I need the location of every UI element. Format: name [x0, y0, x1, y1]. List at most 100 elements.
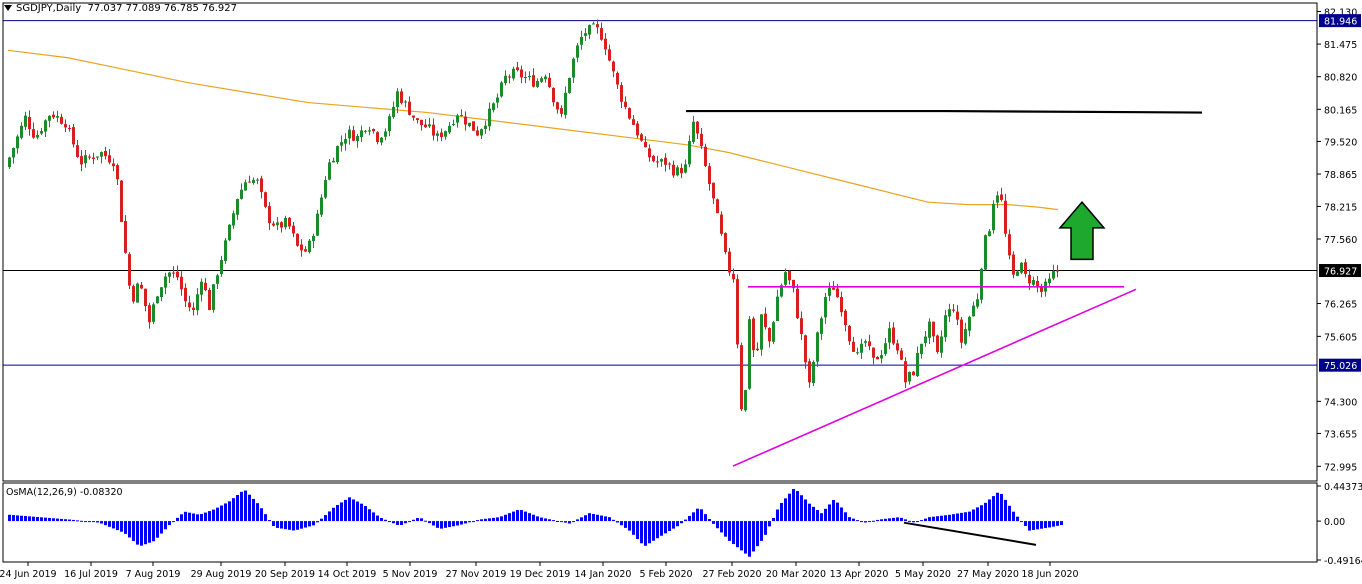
candle-body [1008, 234, 1011, 256]
osma-bar [200, 514, 203, 522]
candle-body [528, 76, 531, 78]
candle-body [876, 356, 879, 360]
candle-body [60, 116, 63, 124]
osma-bar [592, 513, 595, 522]
candle-body [636, 123, 639, 136]
osma-bar [864, 521, 867, 523]
osma-bar [16, 515, 19, 522]
candle-body [336, 146, 339, 163]
osma-bar [24, 516, 27, 522]
candle-body [36, 135, 39, 138]
candle-body [720, 214, 723, 234]
osma-bar [300, 521, 303, 529]
price-tick-label: 78.865 [1324, 170, 1357, 181]
osma-bar [336, 504, 339, 522]
osma-bar [736, 521, 739, 548]
candle-body [536, 81, 539, 87]
candle-body [892, 327, 895, 344]
osma-bar [748, 521, 751, 557]
osma-bar [536, 516, 539, 522]
osma-bar [972, 509, 975, 522]
boxed-price-label: 81.946 [1324, 17, 1357, 28]
candle-body [520, 69, 523, 78]
candle-body [616, 72, 619, 85]
osma-bar [680, 521, 683, 524]
candle-body [752, 318, 755, 351]
candle-body [412, 115, 415, 118]
candle-body [240, 189, 243, 199]
candle-body [728, 251, 731, 273]
candle-body [640, 134, 643, 141]
osma-bar [240, 491, 243, 522]
osma-bar [740, 521, 743, 551]
osma-bar [184, 511, 187, 522]
osma-bar [1060, 521, 1063, 526]
candle-body [704, 146, 707, 166]
osma-bar [1008, 505, 1011, 522]
osma-bar [992, 496, 995, 522]
osma-bar [640, 521, 643, 544]
osma-bar [360, 503, 363, 522]
candle-body [228, 224, 231, 241]
candle-body [300, 244, 303, 251]
candle-body [492, 103, 495, 111]
candle-body [944, 315, 947, 338]
candle-body [408, 101, 411, 115]
candle-body [84, 155, 87, 164]
osma-bar [808, 503, 811, 522]
osma-bar [168, 521, 171, 526]
osma-bar [40, 517, 43, 522]
osma-bar [804, 499, 807, 522]
osma-bar [432, 521, 435, 526]
price-tick-label: 75.605 [1324, 332, 1357, 343]
candle-body [932, 321, 935, 337]
candle-body [656, 161, 659, 163]
osma-bar [272, 521, 275, 526]
osma-bar [756, 521, 759, 547]
osma-bar [880, 519, 883, 522]
osma-bar [596, 514, 599, 522]
price-tick-label: 79.520 [1324, 137, 1357, 148]
candle-body [960, 319, 963, 343]
osma-bar [560, 521, 563, 523]
osma-bar [252, 498, 255, 522]
osma-bar [412, 519, 415, 522]
osma-bar [228, 501, 231, 522]
osma-bar [696, 508, 699, 522]
price-tick-label: 77.560 [1324, 235, 1357, 246]
osma-bar [492, 517, 495, 522]
osma-bar [588, 513, 591, 522]
osma-tick-label: -0.49164 [1324, 556, 1362, 567]
candle-body [1036, 280, 1039, 286]
horizontal-lines-layer [3, 20, 1317, 366]
osma-bar [332, 507, 335, 522]
osma-bar [792, 489, 795, 522]
osma-bar [1048, 521, 1051, 528]
candle-body [540, 78, 543, 82]
osma-bar [580, 517, 583, 522]
time-tick-label: 27 Feb 2020 [702, 569, 761, 580]
candle-body [236, 199, 239, 215]
candle-body [644, 141, 647, 148]
osma-bar [352, 499, 355, 522]
candle-body [432, 124, 435, 136]
osma-bar [956, 513, 959, 522]
candle-body [104, 150, 107, 157]
osma-bar [684, 519, 687, 522]
osma-bar [220, 505, 223, 522]
candle-body [608, 49, 611, 61]
candle-body [428, 124, 431, 127]
chart-canvas[interactable]: 82.13081.47580.82080.16579.52078.86578.2… [0, 0, 1362, 584]
candle-body [596, 24, 599, 28]
candle-body [232, 213, 235, 226]
osma-bar [1012, 511, 1015, 522]
candle-body [160, 287, 163, 298]
osma-bar [984, 502, 987, 522]
candle-body [468, 122, 471, 126]
osma-bar [908, 520, 911, 522]
osma-bar [36, 516, 39, 522]
osma-bar [664, 521, 667, 534]
candle-body [96, 156, 99, 158]
candle-body [56, 116, 59, 118]
candle-body [900, 350, 903, 360]
